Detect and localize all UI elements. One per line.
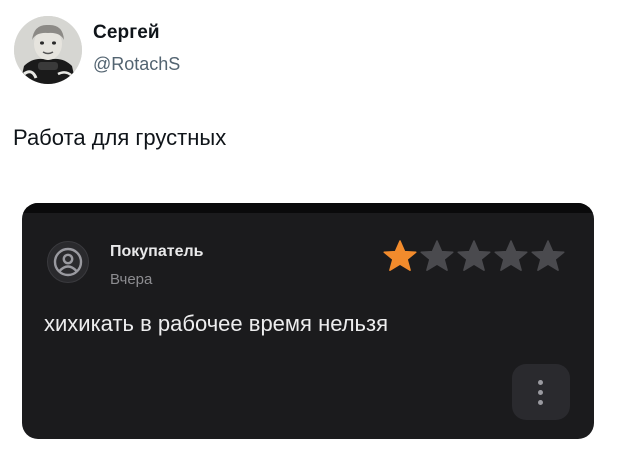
star-empty-icon [456,239,492,273]
author-avatar-image [14,16,82,84]
tweet-text: Работа для грустных [13,125,227,150]
star-filled-icon [382,239,418,273]
author-avatar[interactable] [14,16,82,84]
review-date: Вчера [110,271,153,288]
author-handle[interactable]: @RotachS [93,54,180,75]
star-rating [382,239,566,273]
star-empty-icon [493,239,529,273]
reviewer-name: Покупатель [110,243,204,260]
star-empty-icon [530,239,566,273]
review-card-image[interactable]: Покупатель Вчера хихикать в рабочее врем… [22,203,594,439]
more-options-button[interactable] [512,364,570,420]
star-empty-icon [419,239,455,273]
review-text: хихикать в рабочее время нельзя [44,311,389,336]
more-vertical-icon [538,380,543,385]
user-icon [47,241,89,283]
author-name[interactable]: Сергей [93,22,160,44]
tweet: Сергей @RotachS Работа для грустных Поку… [0,0,620,460]
